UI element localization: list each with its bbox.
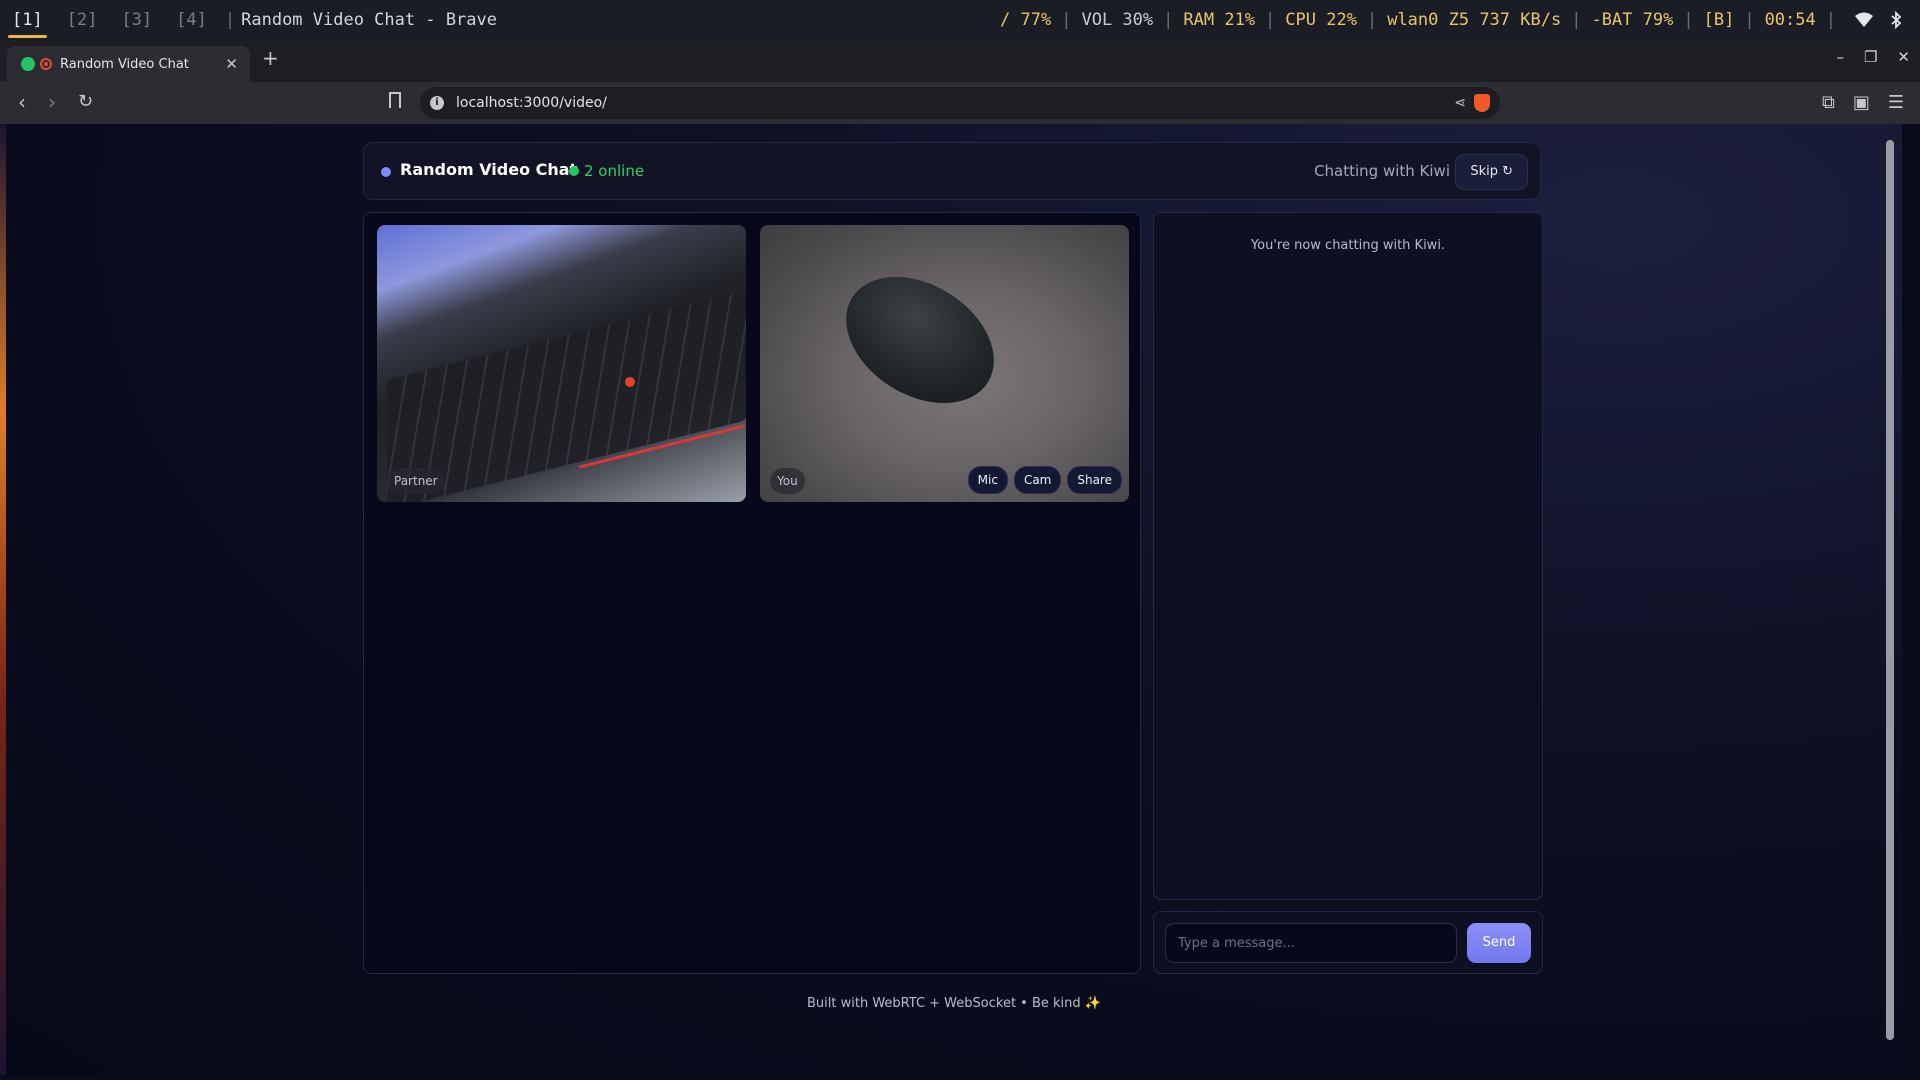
- disk-status: / 77%: [1000, 10, 1052, 30]
- scrollbar-thumb[interactable]: [1886, 140, 1894, 1040]
- favicon-icon: [21, 57, 35, 71]
- forward-icon[interactable]: ›: [48, 91, 56, 113]
- online-count: 2 online: [584, 162, 645, 180]
- close-tab-icon[interactable]: ✕: [225, 55, 238, 73]
- url-text[interactable]: localhost:3000/video/: [456, 95, 1454, 111]
- tab-title: Random Video Chat: [60, 56, 189, 72]
- message-composer: Send: [1153, 911, 1543, 974]
- back-icon[interactable]: ‹: [18, 91, 26, 113]
- wifi-icon: [1855, 12, 1873, 27]
- separator: |: [1825, 10, 1836, 30]
- brave-shields-icon[interactable]: [1474, 94, 1490, 112]
- video-frame-trackpoint: [625, 377, 635, 387]
- extensions-icon[interactable]: ⧉: [1822, 92, 1835, 113]
- workspace-4[interactable]: [4]: [164, 0, 219, 40]
- message-input[interactable]: [1165, 923, 1457, 963]
- separator: |: [1061, 10, 1072, 30]
- separator: |: [1683, 10, 1694, 30]
- self-label: You: [770, 468, 805, 494]
- chat-log[interactable]: You're now chatting with Kiwi.: [1153, 212, 1543, 900]
- minimize-icon[interactable]: –: [1836, 48, 1844, 66]
- mic-button[interactable]: Mic: [967, 466, 1008, 494]
- video-frame-keyboard: [387, 290, 746, 502]
- separator: |: [1571, 10, 1582, 30]
- wallet-icon[interactable]: ▣: [1853, 92, 1870, 113]
- media-controls: Mic Cam Share: [967, 466, 1122, 494]
- window-title: Random Video Chat - Brave: [241, 10, 497, 30]
- online-dot: [569, 166, 579, 176]
- volume-status: VOL 30%: [1081, 10, 1154, 30]
- share-button[interactable]: Share: [1067, 466, 1122, 494]
- partner-label: Partner: [387, 468, 445, 494]
- video-stage: Partner You Mic Cam Share: [363, 212, 1141, 974]
- layout-indicator: [B]: [1703, 10, 1735, 30]
- footer-text: Built with WebRTC + WebSocket • Be kind …: [807, 996, 1101, 1011]
- site-info-icon[interactable]: i: [430, 96, 444, 110]
- separator: |: [1265, 10, 1276, 30]
- recording-icon: [40, 58, 52, 70]
- brand-dot: [381, 167, 391, 177]
- separator: |: [224, 10, 236, 30]
- wm-status-bar: [1] [2] [3] [4] | Random Video Chat - Br…: [0, 0, 1920, 40]
- self-video: You Mic Cam Share: [760, 225, 1129, 502]
- cam-button[interactable]: Cam: [1013, 466, 1062, 494]
- page: Random Video Chat 2 online Chatting with…: [6, 124, 1902, 1075]
- cpu-status: CPU 22%: [1285, 10, 1357, 30]
- send-button[interactable]: Send: [1467, 923, 1531, 963]
- bookmark-icon[interactable]: [389, 92, 401, 108]
- browser-tab[interactable]: Random Video Chat ✕: [7, 46, 250, 82]
- workspace-3[interactable]: [3]: [109, 0, 164, 40]
- tab-strip: Random Video Chat ✕ + – ❐ ✕: [0, 40, 1920, 82]
- partner-video: Partner: [377, 225, 746, 502]
- address-bar[interactable]: i localhost:3000/video/ ⋖: [420, 87, 1500, 119]
- battery-status: -BAT 79%: [1591, 10, 1674, 30]
- separator: |: [1163, 10, 1174, 30]
- page-scrollbar[interactable]: [1886, 124, 1894, 1075]
- browser-toolbar: ‹ › ↻ i localhost:3000/video/ ⋖ ⧉ ▣ ☰: [0, 82, 1920, 124]
- reload-icon[interactable]: ↻: [78, 91, 93, 113]
- system-message: You're now chatting with Kiwi.: [1250, 238, 1446, 253]
- share-icon[interactable]: ⋖: [1454, 95, 1466, 111]
- maximize-icon[interactable]: ❐: [1864, 48, 1877, 66]
- workspace-1[interactable]: [1]: [0, 0, 55, 40]
- window-controls: – ❐ ✕: [1836, 48, 1910, 66]
- network-status: wlan0 Z5 737 KB/s: [1387, 10, 1562, 30]
- bluetooth-icon: [1891, 10, 1902, 30]
- status-area: / 77% | VOL 30% | RAM 21% | CPU 22% | wl…: [996, 0, 1906, 40]
- close-window-icon[interactable]: ✕: [1897, 48, 1910, 66]
- separator: |: [1366, 10, 1378, 30]
- clock: 00:54: [1764, 10, 1816, 30]
- ram-status: RAM 21%: [1183, 10, 1256, 30]
- new-tab-icon[interactable]: +: [262, 46, 279, 70]
- toolbar-right: ⧉ ▣ ☰: [1822, 92, 1904, 113]
- online-indicator: 2 online: [569, 162, 644, 180]
- partner-status: Chatting with Kiwi: [1314, 162, 1450, 180]
- app-header: Random Video Chat 2 online Chatting with…: [363, 142, 1541, 200]
- video-frame-mouse: [823, 250, 1017, 430]
- workspace-2[interactable]: [2]: [55, 0, 110, 40]
- page-title: Random Video Chat: [400, 160, 578, 179]
- skip-button[interactable]: Skip ↻: [1455, 154, 1528, 190]
- menu-icon[interactable]: ☰: [1888, 92, 1904, 113]
- separator: |: [1744, 10, 1755, 30]
